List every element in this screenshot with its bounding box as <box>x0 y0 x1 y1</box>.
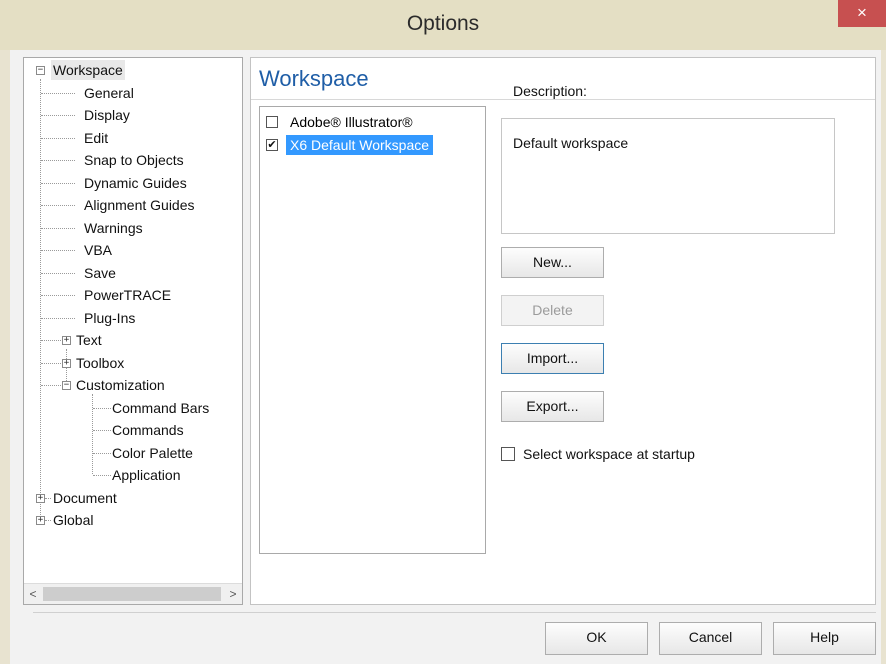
collapse-icon[interactable]: − <box>62 381 71 390</box>
tree-connector <box>40 79 41 515</box>
tree-item-label: Workspace <box>51 60 125 80</box>
tree-item-label: General <box>84 85 134 101</box>
tree-connector <box>93 408 111 409</box>
tree-connector <box>41 138 75 139</box>
help-button[interactable]: Help <box>773 622 876 655</box>
tree-connector <box>93 430 111 431</box>
tree-connector <box>41 273 75 274</box>
expand-icon[interactable]: + <box>62 336 71 345</box>
tree-item-label: Command Bars <box>112 400 210 416</box>
tree-item-label: PowerTRACE <box>84 287 172 303</box>
tree-item-label: Toolbox <box>76 355 125 371</box>
tree-item-label: Warnings <box>84 220 143 236</box>
tree-item-label: Edit <box>84 130 109 146</box>
tree-item-label: Snap to Objects <box>84 152 184 168</box>
tree-connector <box>41 183 75 184</box>
workspace-item-label: X6 Default Workspace <box>286 135 434 155</box>
tree-connector <box>41 228 75 229</box>
window-title: Options <box>406 12 480 35</box>
description-label: Description: <box>511 83 589 99</box>
tree-connector <box>45 520 51 521</box>
options-dialog: Options × − Workspace General Display Ed… <box>0 0 886 664</box>
heading-divider <box>251 99 875 100</box>
tree-item-label: Plug-Ins <box>84 310 136 326</box>
tree-connector <box>92 394 93 474</box>
workspace-item-label: Adobe® Illustrator® <box>290 114 413 130</box>
close-button[interactable]: × <box>838 0 886 27</box>
export-button[interactable]: Export... <box>501 391 604 422</box>
tree-item-label: Global <box>53 512 94 528</box>
tree-item-label: Application <box>112 467 181 483</box>
description-text: Default workspace <box>513 135 629 151</box>
tree-item-label: Commands <box>112 422 184 438</box>
delete-button[interactable]: Delete <box>501 295 604 326</box>
cancel-button[interactable]: Cancel <box>659 622 762 655</box>
workspace-panel: Workspace Adobe® Illustrator® ✔ X6 Defau… <box>250 57 876 605</box>
tree-connector <box>45 498 51 499</box>
tree-connector <box>41 205 75 206</box>
tree-connector <box>93 475 111 476</box>
tree-item-label: Alignment Guides <box>84 197 195 213</box>
tree-item-label: Customization <box>76 377 165 393</box>
tree-connector <box>41 115 75 116</box>
tree-item-label: Display <box>84 107 130 123</box>
tree-item-label: Dynamic Guides <box>84 175 187 191</box>
tree-item-label: Document <box>53 490 117 506</box>
workspace-checkbox-checked[interactable]: ✔ <box>266 139 278 151</box>
scroll-right-icon[interactable]: > <box>224 584 242 604</box>
category-tree[interactable]: − Workspace General Display Edit Snap to… <box>23 57 243 605</box>
workspace-list[interactable]: Adobe® Illustrator® ✔ X6 Default Workspa… <box>259 106 486 554</box>
tree-item-label: VBA <box>84 242 113 258</box>
tree-connector <box>41 318 75 319</box>
tree-item-label: Save <box>84 265 116 281</box>
tree-connector <box>41 295 75 296</box>
title-bar[interactable]: Options × <box>0 0 886 50</box>
startup-checkbox-box[interactable] <box>501 447 515 461</box>
tree-connector <box>41 160 75 161</box>
import-button[interactable]: Import... <box>501 343 604 374</box>
tree-item-label: Color Palette <box>112 445 193 461</box>
expand-icon[interactable]: + <box>36 516 45 525</box>
tree-horizontal-scrollbar[interactable]: < > <box>24 583 242 604</box>
workspace-checkbox[interactable] <box>266 116 278 128</box>
page-title: Workspace <box>259 66 369 91</box>
footer-divider <box>33 612 876 613</box>
startup-checkbox-label: Select workspace at startup <box>523 446 695 462</box>
tree-connector <box>41 93 75 94</box>
scrollbar-thumb[interactable] <box>43 587 221 601</box>
close-icon: × <box>857 3 867 22</box>
ok-button[interactable]: OK <box>545 622 648 655</box>
expand-icon[interactable]: + <box>62 359 71 368</box>
tree-connector <box>41 250 75 251</box>
tree-item-label: Text <box>76 332 102 348</box>
scroll-left-icon[interactable]: < <box>24 584 42 604</box>
collapse-icon[interactable]: − <box>36 66 45 75</box>
tree-connector <box>93 453 111 454</box>
new-button[interactable]: New... <box>501 247 604 278</box>
expand-icon[interactable]: + <box>36 494 45 503</box>
